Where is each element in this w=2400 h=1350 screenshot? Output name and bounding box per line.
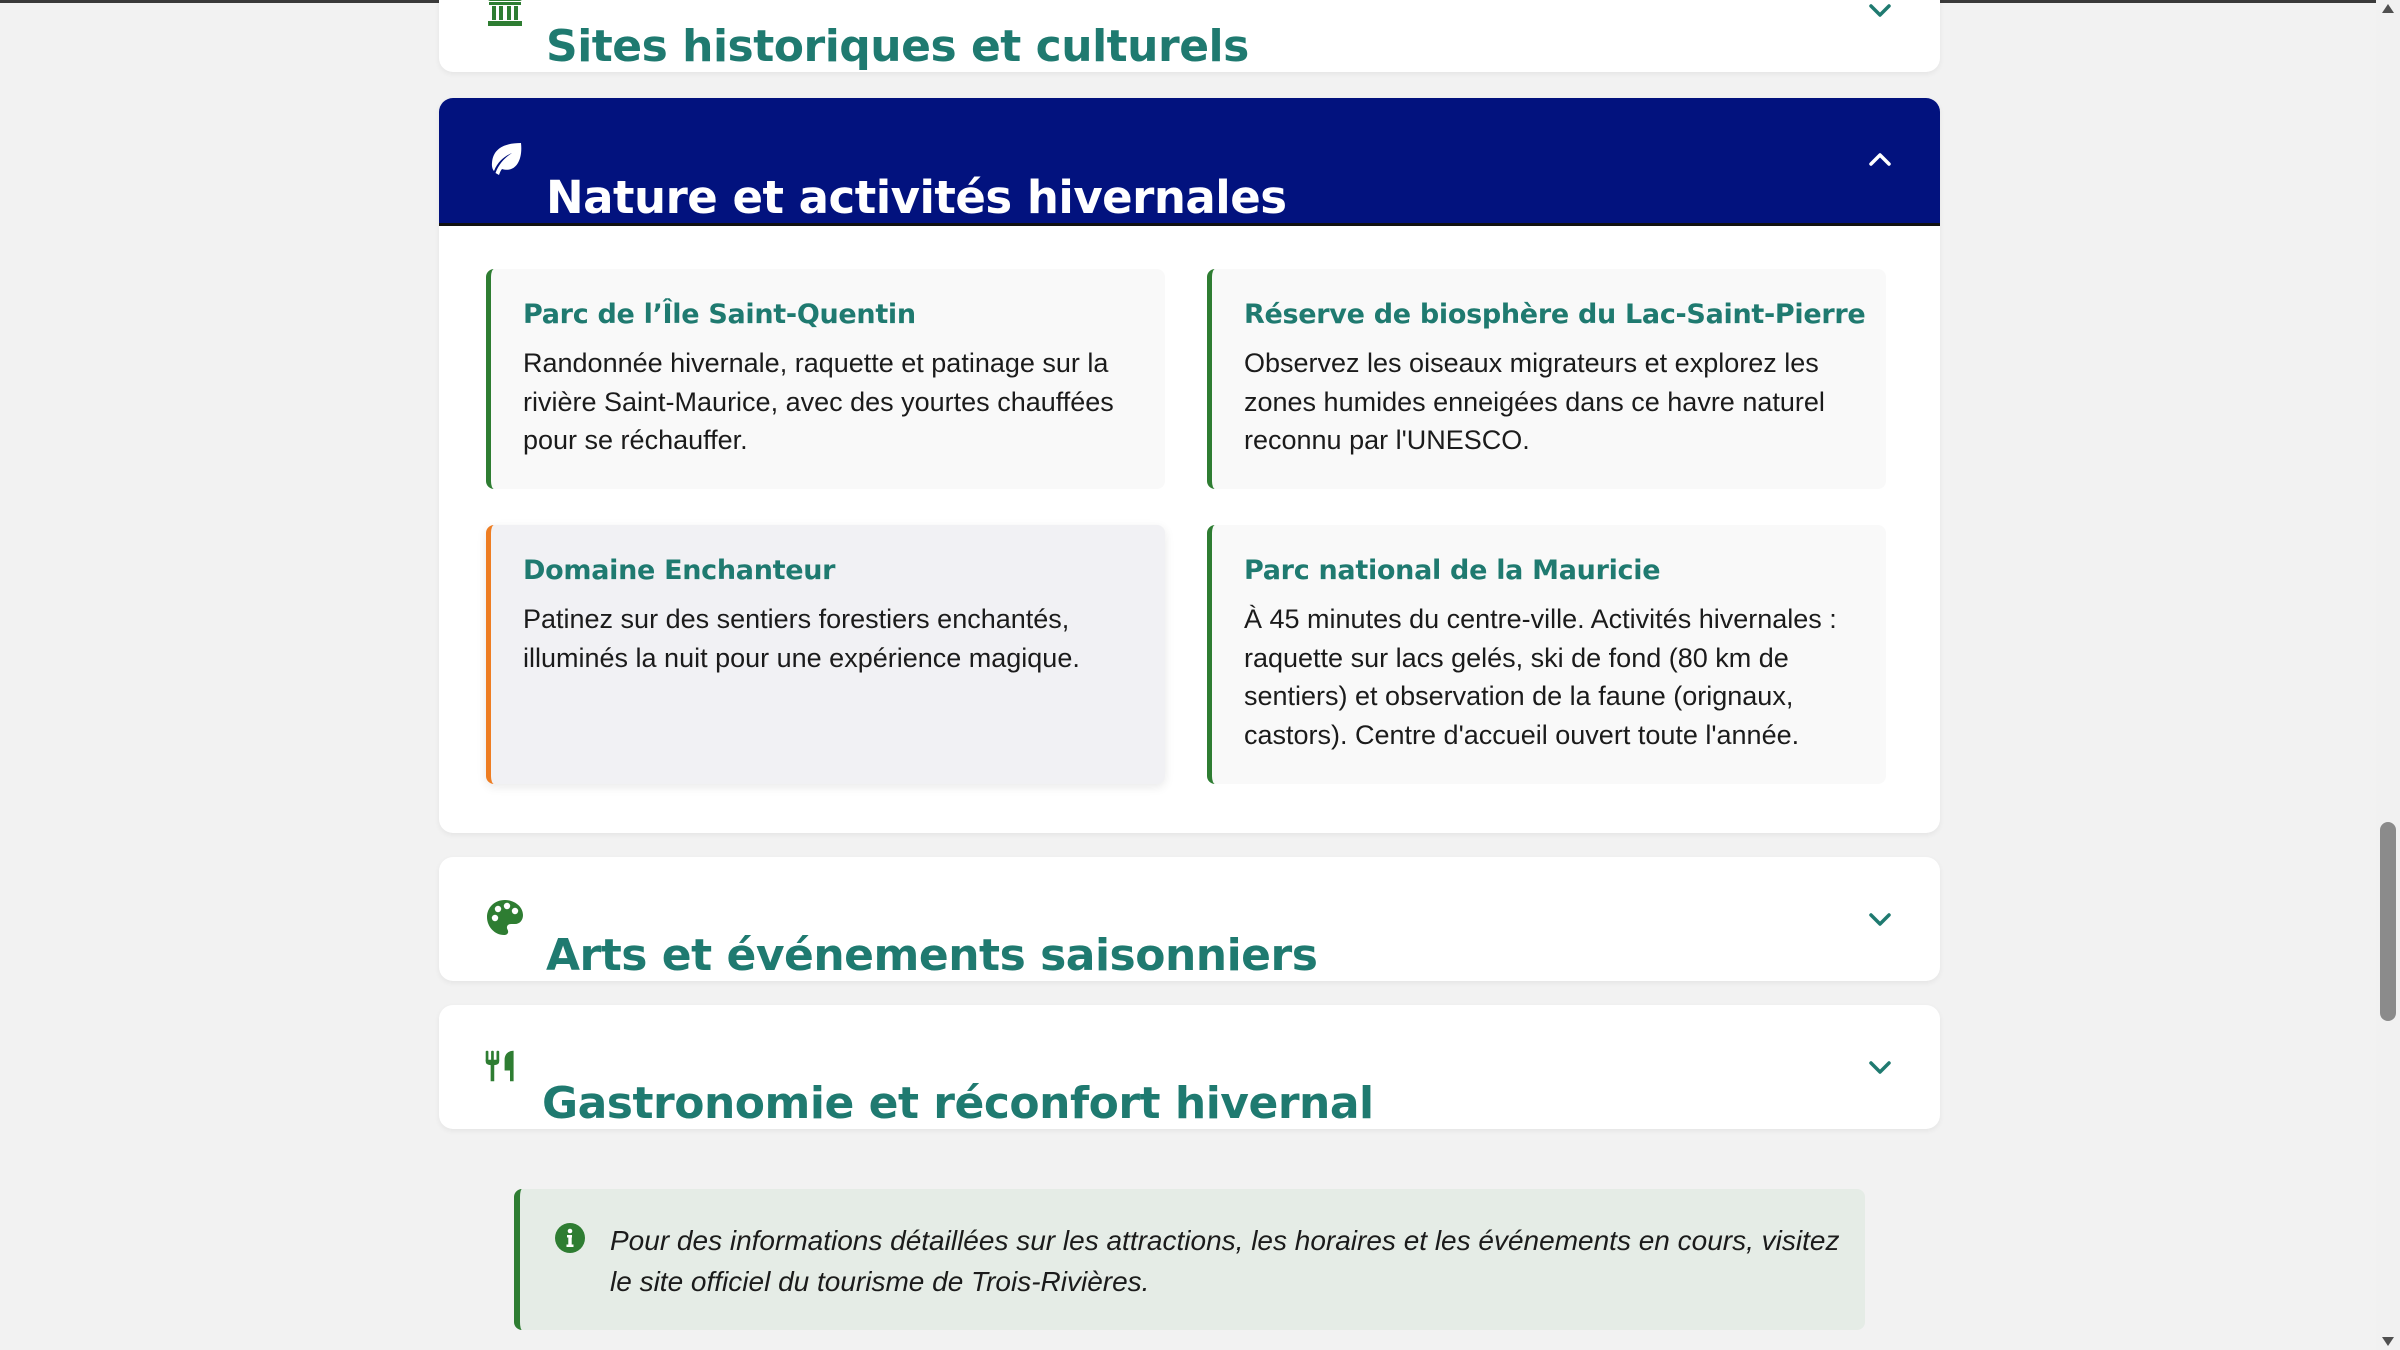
card-description: À 45 minutes du centre-ville. Activités … — [1244, 604, 1837, 750]
accordion-sites-historiques: Sites historiques et culturels — [439, 0, 1940, 72]
card-title: Domaine Enchanteur — [523, 555, 836, 586]
page-content: Sites historiques et culturels Nature et… — [0, 0, 2376, 1350]
accordion-nature-activites: Nature et activités hivernales Parc de l… — [439, 98, 1940, 833]
info-note: Pour des informations détaillées sur les… — [514, 1189, 1865, 1330]
utensils-icon — [485, 1050, 514, 1082]
accordion-arts-evenements: Arts et événements saisonniers — [439, 857, 1940, 981]
attraction-card: Réserve de biosphère du Lac-Saint-Pierre… — [1207, 269, 1886, 489]
vertical-scrollbar[interactable] — [2376, 0, 2400, 1350]
chevron-down-icon[interactable] — [1866, 0, 1894, 22]
attraction-card: Parc de l’Île Saint-Quentin Randonnée hi… — [486, 269, 1165, 489]
landmark-icon — [488, 0, 522, 26]
scrollbar-thumb[interactable] — [2380, 822, 2396, 1021]
accordion-header-sites[interactable]: Sites historiques et culturels — [439, 0, 1940, 72]
accordion-gastronomie: Gastronomie et réconfort hivernal — [439, 1005, 1940, 1129]
chevron-down-icon[interactable] — [1866, 1055, 1894, 1079]
accordion-header-gastronomie[interactable]: Gastronomie et réconfort hivernal — [439, 1005, 1940, 1129]
leaf-icon — [491, 143, 522, 175]
palette-icon — [487, 900, 523, 935]
attraction-card-highlighted[interactable]: Domaine Enchanteur Patinez sur des senti… — [486, 525, 1165, 784]
accordion-header-nature[interactable]: Nature et activités hivernales — [439, 98, 1940, 226]
card-description: Randonnée hivernale, raquette et patinag… — [523, 348, 1114, 455]
accordion-title: Nature et activités hivernales — [546, 171, 1287, 225]
card-title: Parc national de la Mauricie — [1244, 555, 1661, 586]
card-title: Parc de l’Île Saint-Quentin — [523, 299, 916, 330]
attraction-card: Parc national de la Mauricie À 45 minute… — [1207, 525, 1886, 784]
card-description: Observez les oiseaux migrateurs et explo… — [1244, 348, 1825, 455]
scroll-up-arrow-icon[interactable] — [2382, 4, 2394, 13]
accordion-title: Sites historiques et culturels — [546, 21, 1249, 73]
chevron-down-icon[interactable] — [1866, 907, 1894, 931]
card-description: Patinez sur des sentiers forestiers ench… — [523, 604, 1080, 673]
accordion-header-arts[interactable]: Arts et événements saisonniers — [439, 857, 1940, 981]
accordion-title: Gastronomie et réconfort hivernal — [542, 1078, 1374, 1130]
chevron-up-icon[interactable] — [1866, 148, 1894, 172]
info-circle-icon — [555, 1223, 585, 1253]
info-note-text: Pour des informations détaillées sur les… — [610, 1225, 1840, 1297]
card-title: Réserve de biosphère du Lac-Saint-Pierre — [1244, 299, 1866, 330]
scroll-down-arrow-icon[interactable] — [2382, 1337, 2394, 1346]
accordion-title: Arts et événements saisonniers — [546, 930, 1318, 982]
